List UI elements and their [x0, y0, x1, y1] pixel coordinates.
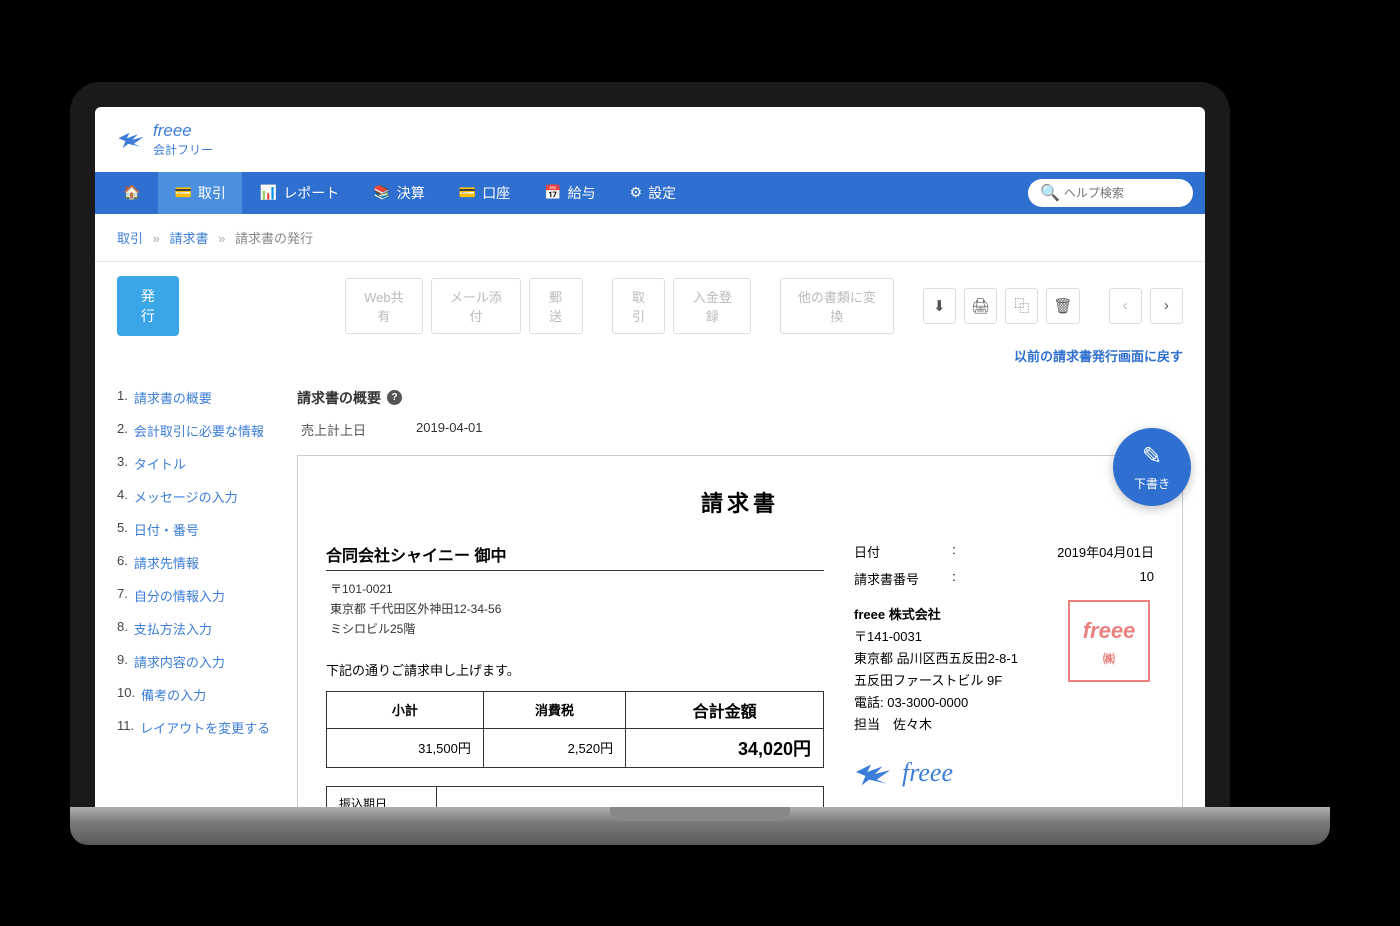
- delete-button[interactable]: 🗑: [1046, 288, 1079, 324]
- laptop-base: [70, 807, 1330, 845]
- nav-reports[interactable]: 📊レポート: [244, 172, 355, 214]
- logo-bar: freee 会計フリー: [95, 107, 1205, 172]
- logo-subtitle: 会計フリー: [153, 141, 213, 158]
- draft-fab[interactable]: ✎ 下書き: [1113, 428, 1191, 506]
- breadcrumb-link-2[interactable]: 請求書: [170, 231, 209, 246]
- breadcrumb: 取引 » 請求書 » 請求書の発行: [95, 214, 1205, 262]
- postal-button[interactable]: 郵送: [529, 278, 583, 334]
- sales-date-value: 2019-04-01: [416, 420, 483, 439]
- chart-icon: 📊: [260, 184, 277, 201]
- nav-payroll[interactable]: 📅給与: [528, 172, 611, 214]
- invoice-right: 日付:2019年04月01日 請求書番号:10 freee ㈱ freee 株式…: [854, 542, 1154, 807]
- breadcrumb-link-1[interactable]: 取引: [117, 231, 143, 246]
- gear-icon: ⚙: [630, 184, 643, 201]
- home-icon: 🏠: [123, 184, 140, 201]
- recipient-name: 合同会社シャイニー 御中: [326, 542, 824, 571]
- sales-date-field: 売上計上日 2019-04-01: [297, 420, 1183, 439]
- company-block: freee ㈱ freee 株式会社 〒141-0031 東京都 品川区西五反田…: [854, 604, 1154, 737]
- prev-button[interactable]: ‹: [1109, 288, 1142, 324]
- sales-date-label: 売上計上日: [301, 420, 366, 439]
- app-screen: freee 会計フリー 🏠 💳取引 📊レポート 📚決算 💳口座 📅給与 ⚙設定 …: [95, 107, 1205, 807]
- download-button[interactable]: ⬇: [923, 288, 956, 324]
- company-stamp: freee ㈱: [1068, 600, 1150, 682]
- step-8[interactable]: 支払方法入力: [134, 619, 212, 638]
- help-search[interactable]: 🔍: [1028, 179, 1193, 207]
- main-panel: 請求書の概要 ? 売上計上日 2019-04-01 請求書 合同会社シャイニー …: [297, 388, 1183, 793]
- section-title: 請求書の概要 ?: [297, 388, 1183, 408]
- calendar-icon: 📅: [544, 184, 561, 201]
- main-nav: 🏠 💳取引 📊レポート 📚決算 💳口座 📅給与 ⚙設定 🔍: [95, 172, 1205, 214]
- signature-swallow-icon: [854, 758, 892, 788]
- invoice-note: 下記の通りご請求申し上げます。: [326, 660, 824, 679]
- step-11[interactable]: レイアウトを変更する: [140, 718, 270, 737]
- breadcrumb-current: 請求書の発行: [235, 231, 313, 246]
- summary-table: 小計 消費税 合計金額 31,500円 2,520円 34,020円: [326, 691, 824, 768]
- bank-table: 振込期日 振込先つばめ銀行 第一支店 1234567: [326, 786, 824, 807]
- step-6[interactable]: 請求先情報: [134, 553, 199, 572]
- issue-button[interactable]: 発行: [117, 276, 179, 336]
- step-5[interactable]: 日付・番号: [134, 520, 199, 539]
- swallow-icon: [117, 128, 145, 150]
- content-area: 1.請求書の概要 2.会計取引に必要な情報 3.タイトル 4.メッセージの入力 …: [95, 374, 1205, 807]
- step-4[interactable]: メッセージの入力: [134, 487, 238, 506]
- trash-icon: 🗑: [1053, 297, 1072, 315]
- nav-transactions[interactable]: 💳取引: [158, 172, 241, 214]
- copy-button[interactable]: ⿻: [1005, 288, 1038, 324]
- step-9[interactable]: 請求内容の入力: [134, 652, 225, 671]
- legacy-link[interactable]: 以前の請求書発行画面に戻す: [1014, 349, 1183, 364]
- step-1[interactable]: 請求書の概要: [134, 388, 212, 407]
- chevron-left-icon: ‹: [1123, 297, 1128, 314]
- nav-home[interactable]: 🏠: [107, 172, 156, 214]
- transaction-button[interactable]: 取引: [612, 278, 666, 334]
- step-10[interactable]: 備考の入力: [141, 685, 206, 704]
- print-button[interactable]: 🖨: [964, 288, 997, 324]
- logo-text: freee: [153, 121, 213, 141]
- recipient-address: 〒101-0021 東京都 千代田区外神田12-34-56 ミシロビル25階: [326, 579, 824, 640]
- convert-button[interactable]: 他の書類に変換: [780, 278, 894, 334]
- help-search-input[interactable]: [1064, 186, 1181, 200]
- next-button[interactable]: ›: [1150, 288, 1183, 324]
- download-icon: ⬇: [933, 297, 946, 315]
- step-2[interactable]: 会計取引に必要な情報: [134, 421, 264, 440]
- chevron-right-icon: ›: [1164, 297, 1169, 314]
- invoice-title: 請求書: [326, 486, 1154, 518]
- signature: freee: [854, 758, 1154, 788]
- laptop-frame: freee 会計フリー 🏠 💳取引 📊レポート 📚決算 💳口座 📅給与 ⚙設定 …: [70, 82, 1230, 807]
- print-icon: 🖨: [971, 297, 990, 315]
- help-icon[interactable]: ?: [387, 390, 402, 405]
- step-nav: 1.請求書の概要 2.会計取引に必要な情報 3.タイトル 4.メッセージの入力 …: [117, 388, 277, 793]
- search-icon: 🔍: [1040, 183, 1060, 203]
- toolbar: 発行 Web共有 メール添付 郵送 取引 入金登録 他の書類に変換 ⬇ 🖨 ⿻ …: [95, 262, 1205, 342]
- pencil-icon: ✎: [1142, 442, 1162, 471]
- nav-closing[interactable]: 📚決算: [357, 172, 440, 214]
- copy-icon: ⿻: [1014, 295, 1029, 316]
- step-7[interactable]: 自分の情報入力: [134, 586, 225, 605]
- mail-attach-button[interactable]: メール添付: [431, 278, 521, 334]
- invoice-left: 合同会社シャイニー 御中 〒101-0021 東京都 千代田区外神田12-34-…: [326, 542, 824, 807]
- books-icon: 📚: [373, 184, 390, 201]
- card-icon: 💳: [459, 184, 476, 201]
- nav-settings[interactable]: ⚙設定: [614, 172, 693, 214]
- step-3[interactable]: タイトル: [134, 454, 186, 473]
- nav-accounts[interactable]: 💳口座: [443, 172, 526, 214]
- deposit-button[interactable]: 入金登録: [673, 278, 751, 334]
- web-share-button[interactable]: Web共有: [345, 278, 423, 334]
- laptop-notch: [610, 807, 790, 821]
- wallet-icon: 💳: [174, 184, 191, 201]
- invoice-preview: 請求書 合同会社シャイニー 御中 〒101-0021 東京都 千代田区外神田12…: [297, 455, 1183, 807]
- legacy-link-row: 以前の請求書発行画面に戻す: [95, 342, 1205, 374]
